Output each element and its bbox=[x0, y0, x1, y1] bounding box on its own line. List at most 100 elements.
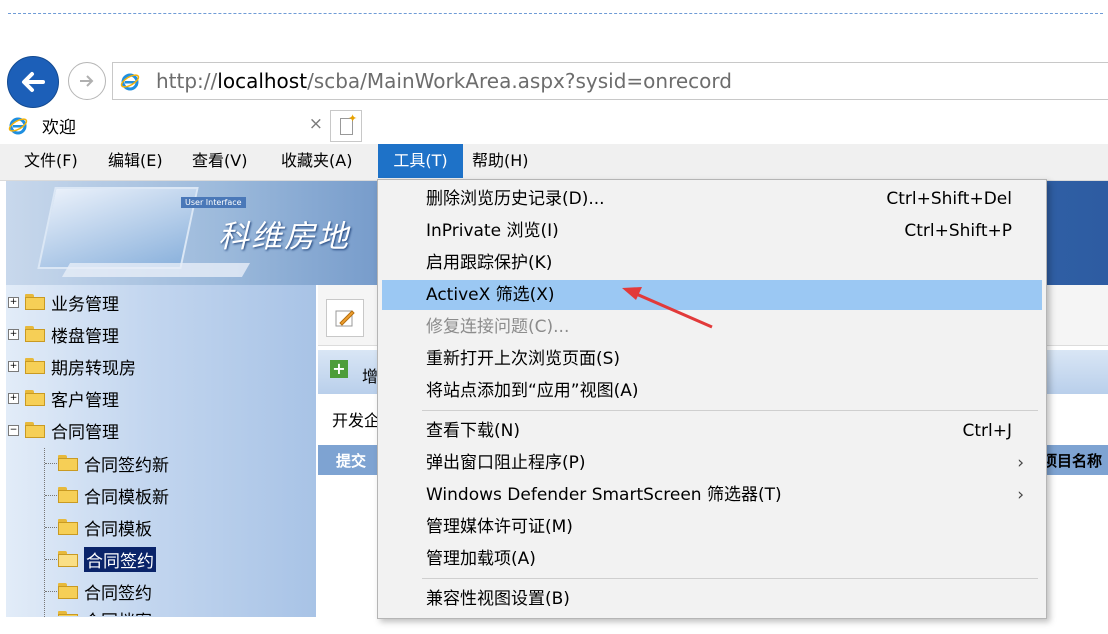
tree-label: 合同签约新 bbox=[84, 455, 169, 476]
banner-title: 科维房地 bbox=[218, 219, 350, 255]
menu-item-label: 兼容性视图设置(B) bbox=[426, 589, 570, 609]
dashed-divider bbox=[8, 13, 1103, 14]
new-tab-button[interactable]: ✦ bbox=[330, 110, 362, 142]
tree-item-buildings[interactable]: + 楼盘管理 bbox=[8, 319, 119, 349]
folder-icon bbox=[58, 455, 78, 471]
menu-view[interactable]: 查看(V) bbox=[192, 144, 247, 178]
keyboard-graphic bbox=[61, 263, 251, 277]
menu-item-inprivate[interactable]: InPrivate 浏览(I) Ctrl+Shift+P bbox=[382, 216, 1042, 246]
menu-item-label: 管理加载项(A) bbox=[426, 549, 536, 569]
tree-label: 业务管理 bbox=[51, 294, 119, 315]
tree-item-contract-archive[interactable]: 合同档案 bbox=[58, 604, 152, 632]
url-text[interactable]: http://localhost/scba/MainWorkArea.aspx?… bbox=[156, 69, 732, 93]
sparkle-icon: ✦ bbox=[348, 112, 358, 125]
tree-label: 合同签约 bbox=[84, 583, 152, 604]
back-button[interactable] bbox=[7, 56, 59, 108]
folder-icon bbox=[58, 519, 78, 535]
tree-item-customers[interactable]: + 客户管理 bbox=[8, 383, 119, 413]
folder-icon bbox=[25, 390, 45, 406]
folder-icon bbox=[25, 422, 45, 438]
tab-title: 欢迎 bbox=[42, 117, 76, 138]
forward-arrow-icon bbox=[80, 75, 94, 87]
menu-item-label: 将站点添加到“应用”视图(A) bbox=[426, 381, 639, 401]
tree-label: 期房转现房 bbox=[51, 358, 136, 379]
tree-label: 客户管理 bbox=[51, 390, 119, 411]
menu-item-label: 重新打开上次浏览页面(S) bbox=[426, 349, 621, 369]
menu-item-manage-addons[interactable]: 管理加载项(A) bbox=[382, 544, 1042, 574]
folder-icon bbox=[25, 294, 45, 310]
tree-item-contract-sign-selected[interactable]: 合同签约 bbox=[58, 544, 156, 574]
menu-bar: 文件(F) 编辑(E) 查看(V) 收藏夹(A) 工具(T) 帮助(H) bbox=[0, 144, 1108, 181]
ie-page-icon bbox=[120, 73, 140, 91]
submenu-arrow-icon: › bbox=[1017, 453, 1024, 473]
menu-edit[interactable]: 编辑(E) bbox=[108, 144, 163, 178]
folder-icon bbox=[25, 326, 45, 342]
menu-item-smartscreen[interactable]: Windows Defender SmartScreen 筛选器(T) › bbox=[382, 480, 1042, 510]
tools-menu: 删除浏览历史记录(D)... Ctrl+Shift+Del InPrivate … bbox=[377, 179, 1047, 619]
menu-item-tracking-protection[interactable]: 启用跟踪保护(K) bbox=[382, 248, 1042, 278]
open-folder-icon bbox=[58, 551, 78, 567]
menu-tools[interactable]: 工具(T) bbox=[378, 144, 463, 178]
menu-separator bbox=[422, 578, 1038, 579]
grid-header-project-name: 项目名称 bbox=[1042, 452, 1103, 470]
menu-item-media-licenses[interactable]: 管理媒体许可证(M) bbox=[382, 512, 1042, 542]
folder-icon bbox=[58, 487, 78, 503]
menu-item-view-downloads[interactable]: 查看下载(N) Ctrl+J bbox=[382, 416, 1042, 446]
tree-item-contracts[interactable]: − 合同管理 bbox=[8, 415, 119, 445]
menu-favorites[interactable]: 收藏夹(A) bbox=[281, 144, 352, 178]
menu-item-label: 查看下载(N) bbox=[426, 421, 520, 441]
add-icon[interactable]: + bbox=[330, 360, 348, 378]
menu-item-label: 启用跟踪保护(K) bbox=[426, 253, 553, 273]
address-bar[interactable]: http://localhost/scba/MainWorkArea.aspx?… bbox=[112, 62, 1108, 100]
browser-tab[interactable]: 欢迎 × bbox=[0, 108, 327, 142]
menu-item-label: 管理媒体许可证(M) bbox=[426, 517, 573, 537]
developer-label: 开发企 bbox=[332, 411, 381, 430]
menu-item-shortcut: Ctrl+J bbox=[962, 421, 1012, 441]
folder-icon bbox=[58, 611, 78, 616]
menu-item-label: InPrivate 浏览(I) bbox=[426, 221, 559, 241]
tree-item-business[interactable]: + 业务管理 bbox=[8, 287, 119, 317]
monitor-graphic bbox=[37, 187, 199, 269]
menu-file[interactable]: 文件(F) bbox=[24, 144, 78, 178]
tree-branch bbox=[45, 591, 57, 592]
tree-branch bbox=[45, 559, 57, 560]
menu-help[interactable]: 帮助(H) bbox=[472, 144, 529, 178]
ie-tab-icon bbox=[8, 117, 28, 135]
banner-screen-label: User Interface bbox=[181, 197, 246, 208]
expand-icon[interactable]: + bbox=[8, 360, 19, 372]
menu-item-label: 弹出窗口阻止程序(P) bbox=[426, 453, 586, 473]
tree-item-template-new[interactable]: 合同模板新 bbox=[58, 480, 169, 510]
expand-icon[interactable]: + bbox=[8, 392, 19, 404]
menu-item-popup-blocker[interactable]: 弹出窗口阻止程序(P) › bbox=[382, 448, 1042, 478]
grid-header-submit: 提交 bbox=[336, 452, 367, 470]
tree-label: 合同模板 bbox=[84, 519, 152, 540]
tree-item-template[interactable]: 合同模板 bbox=[58, 512, 152, 542]
menu-item-delete-history[interactable]: 删除浏览历史记录(D)... Ctrl+Shift+Del bbox=[382, 184, 1042, 214]
folder-icon bbox=[25, 358, 45, 374]
tree-label: 合同模板新 bbox=[84, 487, 169, 508]
tree-label: 楼盘管理 bbox=[51, 326, 119, 347]
close-tab-icon[interactable]: × bbox=[309, 114, 323, 134]
edit-button[interactable] bbox=[326, 299, 364, 337]
menu-item-label: Windows Defender SmartScreen 筛选器(T) bbox=[426, 485, 782, 505]
menu-item-shortcut: Ctrl+Shift+P bbox=[904, 221, 1012, 241]
tree-item-contract-sign-new[interactable]: 合同签约新 bbox=[58, 448, 169, 478]
menu-item-add-to-apps[interactable]: 将站点添加到“应用”视图(A) bbox=[382, 376, 1042, 406]
forward-button[interactable] bbox=[68, 62, 106, 100]
menu-item-reopen-session[interactable]: 重新打开上次浏览页面(S) bbox=[382, 344, 1042, 374]
expand-icon[interactable]: + bbox=[8, 296, 19, 308]
tree-label: 合同档案 bbox=[84, 611, 152, 632]
tree-branch bbox=[45, 527, 57, 528]
tree-item-contract-sign[interactable]: 合同签约 bbox=[58, 576, 152, 606]
menu-item-compat-view[interactable]: 兼容性视图设置(B) bbox=[382, 584, 1042, 614]
menu-item-label: ActiveX 筛选(X) bbox=[426, 285, 555, 305]
add-button-label[interactable]: 增 bbox=[362, 363, 378, 387]
tree-label: 合同签约 bbox=[84, 546, 156, 572]
menu-separator bbox=[422, 410, 1038, 411]
back-arrow-icon bbox=[22, 72, 45, 92]
tree-item-presale[interactable]: + 期房转现房 bbox=[8, 351, 136, 381]
tree-branch bbox=[45, 463, 57, 464]
tree-branch bbox=[45, 495, 57, 496]
collapse-icon[interactable]: − bbox=[8, 424, 19, 436]
expand-icon[interactable]: + bbox=[8, 328, 19, 340]
